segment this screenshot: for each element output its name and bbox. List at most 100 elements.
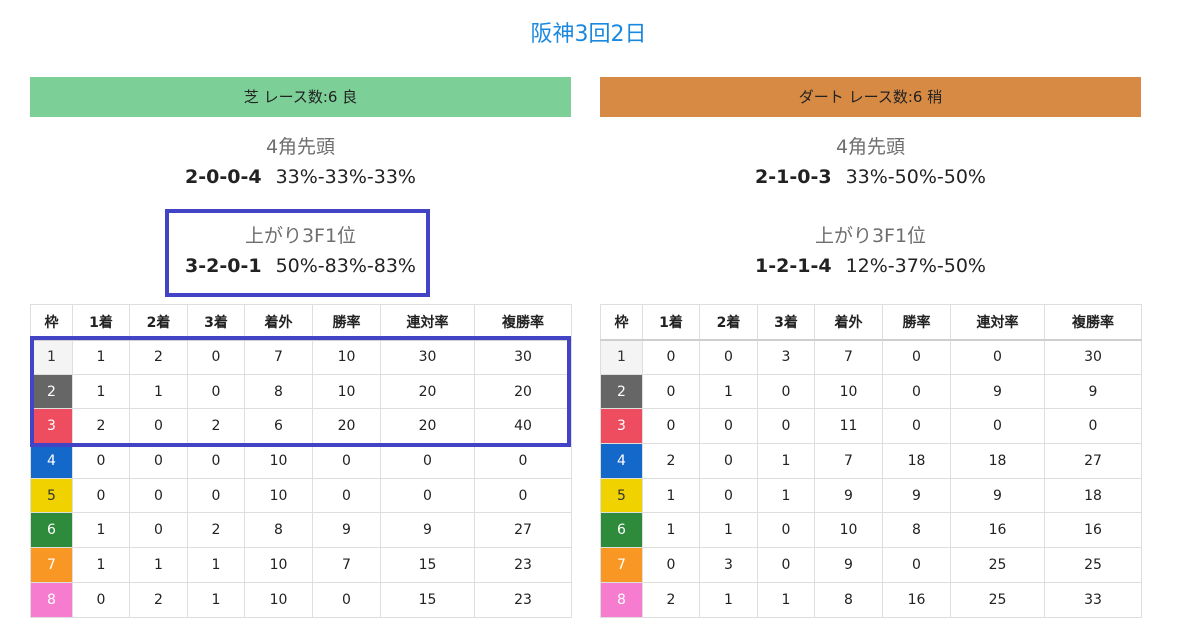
turf-corner4-rates: 33%-33%-33% [275, 166, 416, 188]
table-cell: 0 [72, 443, 130, 479]
table-row: 1 1 2 0 7 10 30 30 [30, 339, 572, 375]
table-cell: 0 [699, 477, 758, 514]
table-cell: 0 [642, 408, 700, 445]
table-cell: 10 [312, 339, 381, 375]
table-row: 2 1 1 0 8 10 20 20 [30, 373, 572, 410]
table-cell: 30 [1044, 339, 1142, 375]
table-cell: 0 [474, 477, 572, 514]
waku-cell: 3 [600, 408, 643, 445]
table-cell: 2 [129, 339, 188, 375]
table-cell: 10 [814, 373, 883, 410]
table-cell: 23 [474, 547, 572, 583]
table-cell: 0 [380, 443, 475, 479]
table-row: 4 0 0 0 10 0 0 0 [30, 443, 572, 479]
dirt-agari-label: 上がり3F1位 [814, 225, 927, 247]
column-header: 1着 [642, 304, 700, 341]
table-cell: 15 [380, 581, 475, 618]
table-cell: 27 [474, 512, 572, 549]
table-cell: 1 [72, 339, 130, 375]
table-cell: 33 [1044, 581, 1142, 618]
table-cell: 2 [642, 581, 700, 618]
table-cell: 7 [814, 339, 883, 375]
table-cell: 0 [757, 373, 815, 410]
table-cell: 0 [882, 373, 951, 410]
table-cell: 0 [380, 477, 475, 514]
turf-agari-label: 上がり3F1位 [244, 225, 357, 247]
waku-cell: 2 [600, 373, 643, 410]
column-header: 1着 [72, 304, 130, 341]
waku-cell: 6 [600, 512, 643, 549]
table-cell: 0 [757, 547, 815, 583]
table-row: 7 1 1 1 10 7 15 23 [30, 547, 572, 583]
column-header: 勝率 [312, 304, 381, 341]
table-cell: 1 [187, 581, 245, 618]
waku-cell: 7 [600, 547, 643, 583]
column-header: 2着 [129, 304, 188, 341]
dirt-panel: ダート レース数:6 稍 4角先頭 2-1-0-3 33%-50%-50% 上がり… [600, 77, 1142, 618]
table-cell: 0 [187, 373, 245, 410]
dirt-agari-record: 1-2-1-4 [755, 255, 832, 277]
table-cell: 1 [72, 547, 130, 583]
table-cell: 0 [642, 373, 700, 410]
page-title: 阪神3回2日 [530, 22, 647, 47]
table-cell: 25 [1044, 547, 1142, 583]
dirt-corner4-block: 4角先頭 2-1-0-3 33%-50%-50% [600, 132, 1141, 192]
table-row: 3 2 0 2 6 20 20 40 [30, 408, 572, 445]
table-row: 1 0 0 3 7 0 0 30 [600, 339, 1142, 375]
table-cell: 0 [950, 339, 1045, 375]
waku-cell: 3 [30, 408, 73, 445]
table-cell: 7 [312, 547, 381, 583]
table-cell: 0 [187, 339, 245, 375]
table-cell: 0 [699, 339, 758, 375]
table-cell: 0 [642, 339, 700, 375]
table-cell: 20 [312, 408, 381, 445]
table-cell: 1 [72, 373, 130, 410]
table-cell: 40 [474, 408, 572, 445]
column-header: 2着 [699, 304, 758, 341]
table-cell: 20 [474, 373, 572, 410]
table-cell: 1 [642, 512, 700, 549]
table-cell: 2 [129, 581, 188, 618]
waku-cell: 8 [30, 581, 73, 618]
table-cell: 0 [950, 408, 1045, 445]
table-cell: 10 [244, 581, 313, 618]
table-cell: 0 [757, 512, 815, 549]
table-row: 7 0 3 0 9 0 25 25 [600, 547, 1142, 583]
table-cell: 0 [72, 581, 130, 618]
waku-cell: 4 [600, 443, 643, 479]
table-cell: 9 [882, 477, 951, 514]
column-header: 着外 [244, 304, 313, 341]
table-cell: 0 [699, 443, 758, 479]
table-cell: 16 [950, 512, 1045, 549]
column-header: 3着 [757, 304, 815, 341]
waku-cell: 2 [30, 373, 73, 410]
table-cell: 1 [699, 373, 758, 410]
table-cell: 0 [129, 408, 188, 445]
table-cell: 0 [1044, 408, 1142, 445]
table-cell: 18 [950, 443, 1045, 479]
table-cell: 9 [814, 547, 883, 583]
table-cell: 0 [72, 477, 130, 514]
table-cell: 2 [187, 408, 245, 445]
table-cell: 10 [244, 477, 313, 514]
table-cell: 23 [474, 581, 572, 618]
dirt-agari-line: 1-2-1-4 12%-37%-50% [600, 251, 1141, 281]
table-cell: 9 [380, 512, 475, 549]
turf-panel: 芝 レース数:6 良 4角先頭 2-0-0-4 33%-33%-33% 上がり3F… [30, 77, 572, 618]
table-cell: 7 [814, 443, 883, 479]
column-header: 3着 [187, 304, 245, 341]
table-row: 2 0 1 0 10 0 9 9 [600, 373, 1142, 410]
table-cell: 1 [72, 512, 130, 549]
table-cell: 20 [380, 408, 475, 445]
table-row: 5 0 0 0 10 0 0 0 [30, 477, 572, 514]
table-cell: 10 [244, 547, 313, 583]
table-cell: 1 [757, 443, 815, 479]
table-cell: 1 [129, 547, 188, 583]
table-cell: 1 [699, 512, 758, 549]
table-cell: 10 [814, 512, 883, 549]
table-cell: 0 [312, 477, 381, 514]
waku-cell: 1 [600, 339, 643, 375]
table-cell: 1 [699, 581, 758, 618]
dirt-corner4-record: 2-1-0-3 [755, 166, 832, 188]
table-cell: 30 [380, 339, 475, 375]
